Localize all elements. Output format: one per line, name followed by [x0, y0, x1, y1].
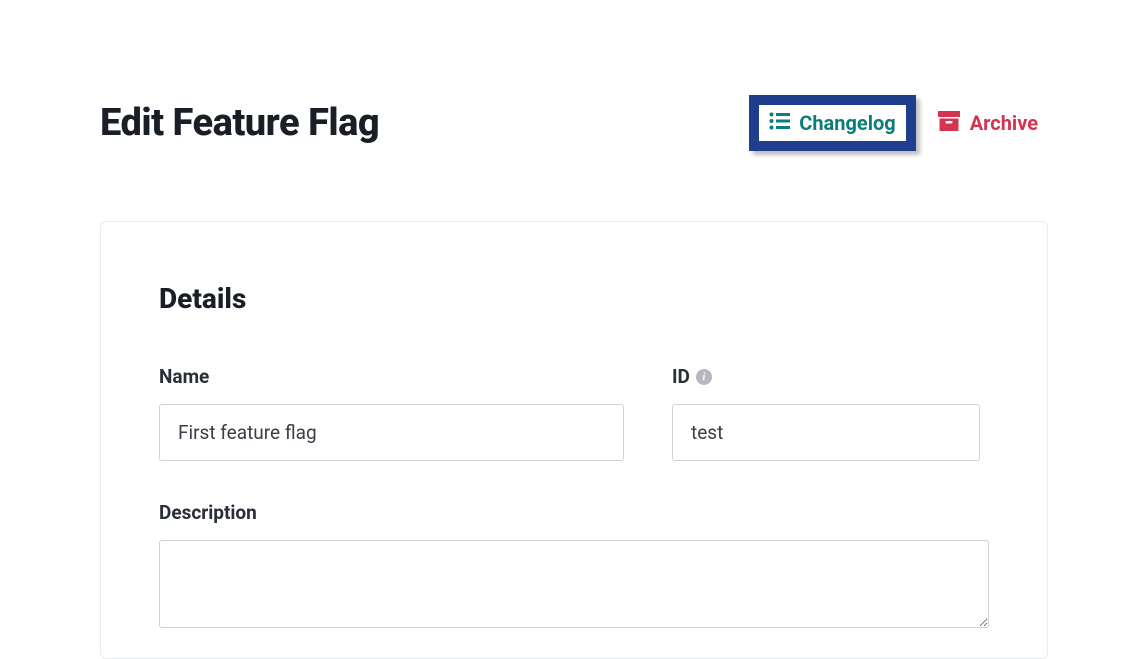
page-header: Edit Feature Flag Changelog [0, 0, 1148, 151]
form-row-name-id: Name ID i [159, 365, 989, 461]
changelog-highlight-box: Changelog [749, 95, 915, 151]
name-label: Name [159, 365, 624, 388]
list-icon [769, 112, 791, 134]
name-input[interactable] [159, 404, 624, 461]
details-section-title: Details [159, 282, 989, 315]
description-label: Description [159, 501, 989, 524]
archive-label: Archive [970, 111, 1038, 135]
header-actions: Changelog Archive [749, 95, 1048, 151]
page-title: Edit Feature Flag [100, 101, 379, 145]
changelog-button[interactable]: Changelog [759, 105, 905, 141]
changelog-label: Changelog [799, 111, 895, 135]
details-card: Details Name ID i Description [100, 221, 1048, 659]
archive-button[interactable]: Archive [928, 105, 1048, 141]
form-group-description: Description [159, 501, 989, 628]
archive-icon [938, 111, 960, 135]
id-input[interactable] [672, 404, 980, 461]
info-icon[interactable]: i [696, 369, 712, 385]
id-label: ID i [672, 365, 980, 388]
description-input[interactable] [159, 540, 989, 628]
id-label-text: ID [672, 365, 690, 388]
form-group-id: ID i [672, 365, 980, 461]
form-group-name: Name [159, 365, 624, 461]
